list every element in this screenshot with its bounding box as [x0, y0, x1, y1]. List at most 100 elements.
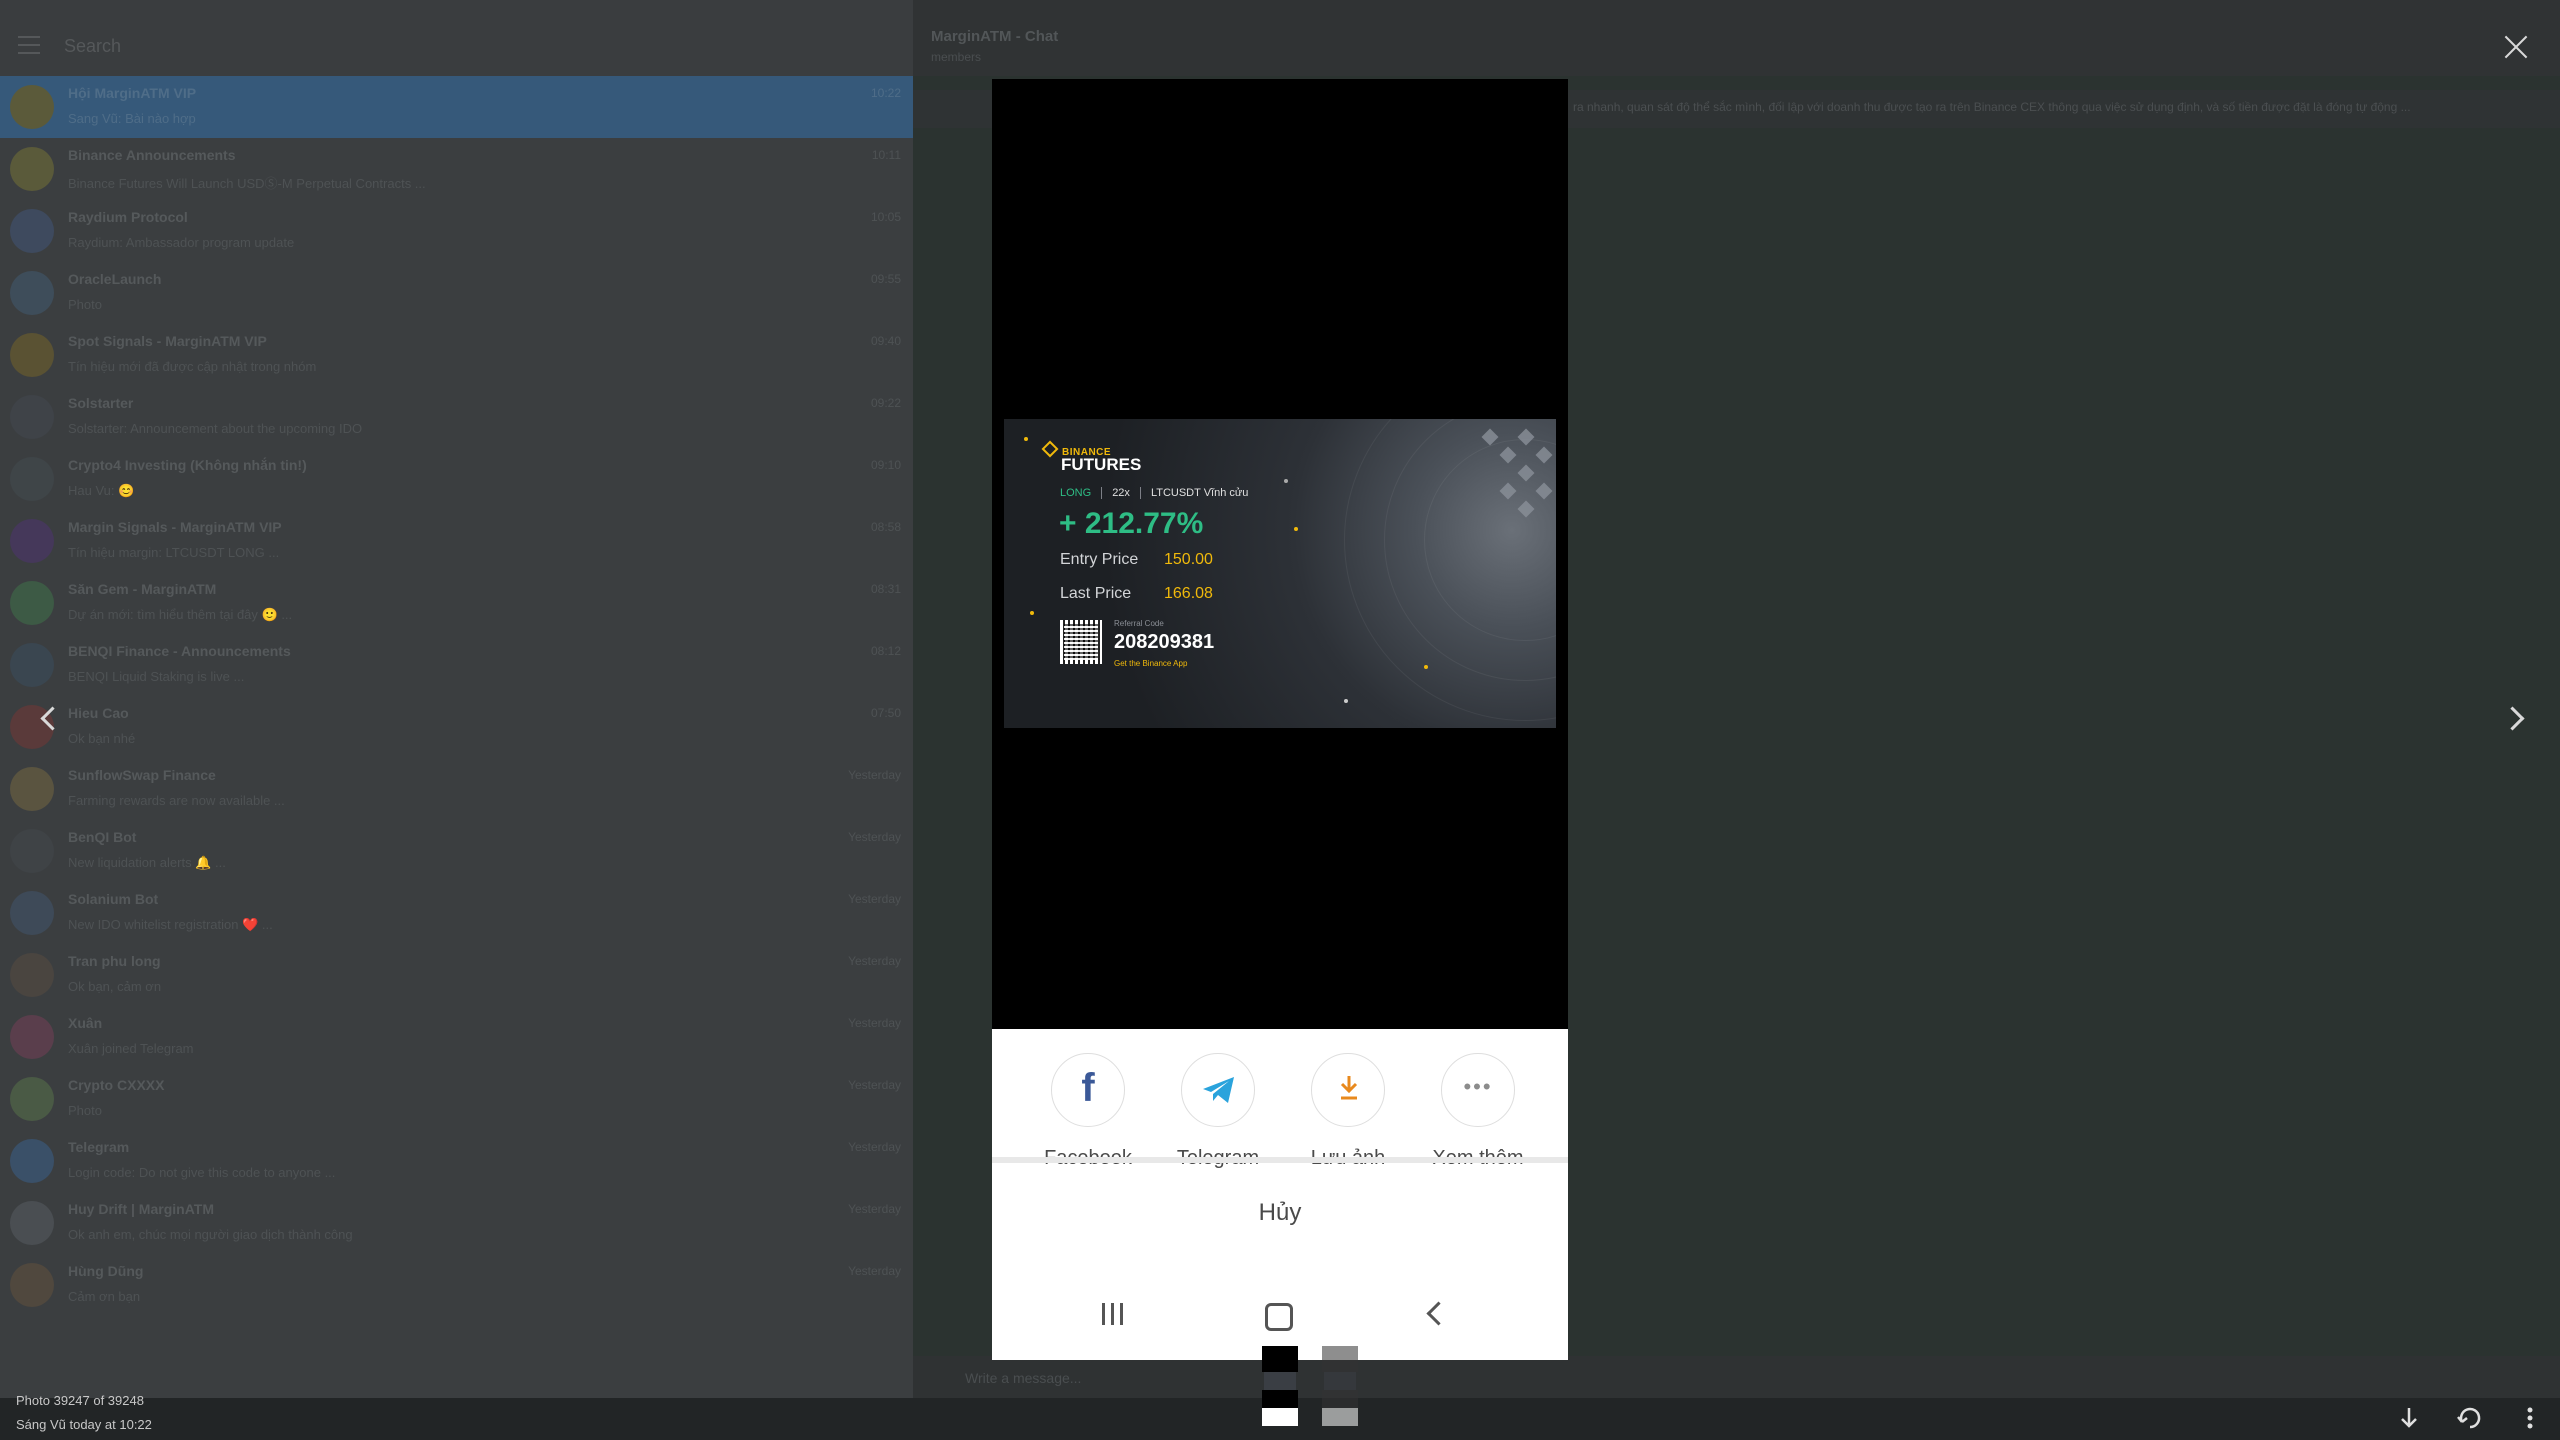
photo-counter: Photo 39247 of 39248 [16, 1393, 144, 1408]
chat-time: Yesterday [848, 1078, 901, 1092]
share-telegram-button[interactable]: Telegram [1158, 1053, 1278, 1170]
chat-name: Hội MarginATM VIP [68, 85, 197, 101]
chat-preview: Login code: Do not give this code to any… [68, 1165, 336, 1180]
chat-name: Tran phu long [68, 953, 161, 969]
avatar [10, 1263, 54, 1307]
chat-name: BENQI Finance - Announcements [68, 643, 291, 659]
chat-name: SunflowSwap Finance [68, 767, 216, 783]
avatar [10, 1015, 54, 1059]
chat-name: Telegram [68, 1139, 130, 1155]
share-sheet: f Facebook Telegram Lưu ảnh ••• Xem thêm… [992, 1029, 1568, 1360]
chat-name: Hieu Cao [68, 705, 129, 721]
entry-price-value: 150.00 [1164, 551, 1213, 568]
get-app-link: Get the Binance App [1114, 659, 1188, 668]
chat-list-item: Hieu Cao Ok bạn nhé 07:50 [0, 696, 913, 758]
leverage: 22x [1112, 487, 1130, 499]
chat-time: Yesterday [848, 892, 901, 906]
chat-time: Yesterday [848, 1016, 901, 1030]
avatar [10, 829, 54, 873]
chat-list-item: SunflowSwap Finance Farming rewards are n… [0, 758, 913, 820]
photo-author: Sáng Vũ today at 10:22 [16, 1417, 152, 1432]
menu-icon [18, 36, 40, 54]
share-facebook-button[interactable]: f Facebook [1028, 1053, 1148, 1170]
search-input: Search [64, 36, 122, 56]
avatar [10, 953, 54, 997]
avatar [10, 643, 54, 687]
chat-preview: Hau Vu: 😊 [68, 483, 135, 498]
pinned-message-text: ra nhanh, quan sát độ thể sắc mình, đối … [1573, 100, 2411, 114]
recents-icon[interactable] [1100, 1303, 1126, 1325]
entry-price-label: Entry Price [1060, 551, 1139, 568]
avatar [10, 1077, 54, 1121]
chat-list-item: Hội MarginATM VIP Sang Vũ: Bài nào hợp 10:… [0, 76, 913, 138]
chat-name: Margin Signals - MarginATM VIP [68, 519, 282, 535]
symbol: LTCUSDT Vĩnh cửu [1150, 487, 1249, 499]
chat-name: Binance Announcements [68, 147, 236, 163]
chat-time: Yesterday [848, 1140, 901, 1154]
chat-time: Yesterday [848, 954, 901, 968]
chat-name: Săn Gem - MarginATM [68, 581, 217, 597]
chat-name: OracleLaunch [68, 271, 162, 287]
chat-preview: Tín hiệu margin: LTCUSDT LONG ... [68, 545, 280, 560]
chat-preview: New liquidation alerts 🔔 ... [68, 855, 226, 870]
more-vertical-icon[interactable] [2512, 1400, 2548, 1436]
thumbnail-current[interactable] [1262, 1346, 1298, 1426]
chat-time: 09:22 [870, 396, 901, 410]
cancel-button[interactable]: Hủy [992, 1163, 1568, 1263]
chat-time: Yesterday [848, 1202, 901, 1216]
chat-preview: Tín hiệu mới đã được cập nhật trong nhóm [68, 359, 317, 374]
chat-time: 08:12 [870, 644, 901, 658]
referral-label: Referral Code [1114, 619, 1164, 628]
chat-list-item: Solstarter Solstarter: Announcement about… [0, 386, 913, 448]
chat-preview: BENQI Liquid Staking is live ... [68, 669, 245, 684]
chat-time: 10:05 [870, 210, 901, 224]
save-image-button[interactable]: Lưu ảnh [1288, 1053, 1408, 1170]
avatar [10, 519, 54, 563]
see-more-button[interactable]: ••• Xem thêm [1418, 1053, 1538, 1170]
chat-list-item: Săn Gem - MarginATM Dự án mới: tìm hiểu t… [0, 572, 913, 634]
chat-name: Spot Signals - MarginATM VIP [68, 333, 267, 349]
chat-time: Yesterday [848, 768, 901, 782]
chevron-right-icon [2500, 706, 2525, 731]
home-icon[interactable] [1265, 1303, 1293, 1331]
chat-preview: Ok bạn nhé [68, 731, 136, 746]
back-icon[interactable] [1426, 1301, 1451, 1326]
search-bar: Search [0, 0, 913, 76]
chat-name: Xuân [68, 1015, 103, 1031]
chat-preview: Xuân joined Telegram [68, 1041, 194, 1056]
next-photo-button[interactable] [2496, 700, 2536, 740]
download-icon [1340, 1076, 1358, 1100]
chat-name: Raydium Protocol [68, 209, 188, 225]
chat-name: Hùng Dũng [68, 1263, 144, 1279]
thumbnail-next[interactable] [1322, 1346, 1358, 1426]
chat-preview: Solstarter: Announcement about the upcom… [68, 421, 363, 436]
previous-photo-button[interactable] [28, 700, 68, 740]
pnl-percentage: + 212.77% [1059, 507, 1204, 540]
chat-name: Solstarter [68, 395, 134, 411]
futures-title: FUTURES [1061, 455, 1142, 474]
forward-icon[interactable] [2452, 1400, 2488, 1436]
chat-preview: Binance Futures Will Launch USDⓈ-M Perpe… [68, 176, 426, 191]
chat-name: Huy Drift | MarginATM [68, 1201, 214, 1217]
qr-code [1060, 620, 1102, 664]
chat-preview: Photo [68, 1103, 102, 1118]
chat-list-item: Spot Signals - MarginATM VIP Tín hiệu mới… [0, 324, 913, 386]
chat-list-item: Huy Drift | MarginATM Ok anh em, chúc mọi… [0, 1192, 913, 1254]
chat-time: 07:50 [870, 706, 901, 720]
chat-preview: New IDO whitelist registration ❤️ ... [68, 917, 273, 932]
last-price-value: 166.08 [1164, 585, 1213, 602]
chat-time: 09:40 [870, 334, 901, 348]
chat-list-item: Tran phu long Ok bạn, cảm ơn Yesterday [0, 944, 913, 1006]
avatar [10, 1139, 54, 1183]
chat-name: Crypto CXXXX [68, 1077, 165, 1093]
last-price-label: Last Price [1060, 585, 1132, 602]
compose-bar: Write a message... [913, 1356, 2560, 1400]
chat-list-item: OracleLaunch Photo 09:55 [0, 262, 913, 324]
close-viewer-button[interactable] [2496, 28, 2536, 68]
chat-preview: Cảm ơn bạn [68, 1289, 141, 1304]
download-icon[interactable] [2391, 1400, 2427, 1436]
chat-list-item: Crypto4 Investing (Không nhắn tin!) Hau V… [0, 448, 913, 510]
chat-list-panel: Search Hội MarginATM VIP Sang Vũ: Bài nào… [0, 0, 913, 1440]
chat-time: 10:22 [870, 86, 901, 100]
chat-preview: Sang Vũ: Bài nào hợp [68, 111, 196, 126]
